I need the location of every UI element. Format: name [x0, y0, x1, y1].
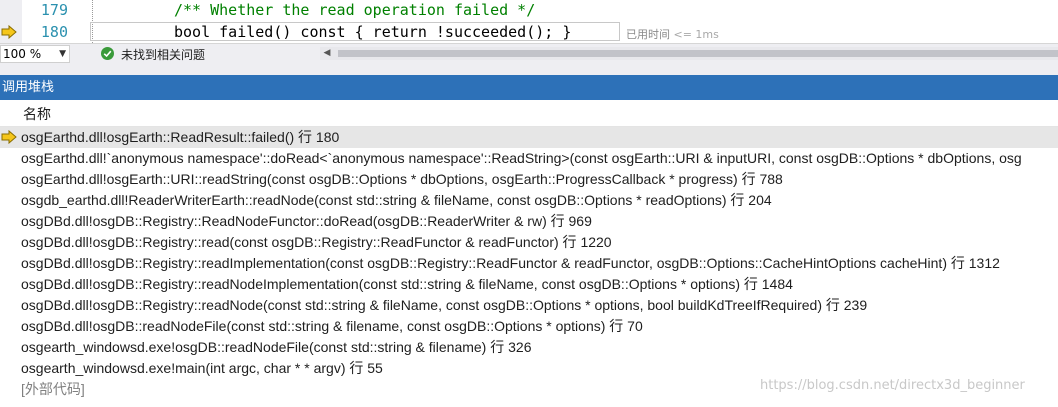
issues-status[interactable]: 未找到相关问题 [121, 46, 205, 63]
current-frame-arrow-icon [1, 130, 17, 144]
stack-frame[interactable]: osgearth_windowsd.exe!osgDB::readNodeFil… [0, 337, 1058, 358]
frame-text: osgDBd.dll!osgDB::Registry::read(const o… [21, 234, 612, 250]
editor-status-strip: 100 % ▼ 未找到相关问题 ◀ [0, 43, 1058, 64]
frame-text: osgEarthd.dll!osgEarth::ReadResult::fail… [21, 129, 340, 145]
panel-splitter[interactable] [0, 64, 1058, 75]
chevron-down-icon: ▼ [59, 49, 66, 59]
frame-text: osgDBd.dll!osgDB::Registry::readNodeImpl… [21, 276, 793, 292]
frame-text: osgDBd.dll!osgDB::Registry::ReadNodeFunc… [21, 213, 592, 229]
line-number: 179 [40, 1, 68, 19]
frame-text: osgEarthd.dll!osgEarth::URI::readString(… [21, 171, 783, 187]
zoom-dropdown[interactable]: 100 % ▼ [0, 45, 70, 63]
horizontal-scrollbar[interactable]: ◀ [320, 47, 1058, 60]
call-stack-list[interactable]: osgEarthd.dll!osgEarth::ReadResult::fail… [0, 127, 1058, 407]
frame-text: osgDBd.dll!osgDB::Registry::readImplemen… [21, 255, 1000, 271]
stack-frame[interactable]: osgDBd.dll!osgDB::Registry::read(const o… [0, 232, 1058, 253]
code-text[interactable]: bool failed() const { return !succeeded(… [174, 22, 571, 43]
scroll-left-icon[interactable]: ◀ [320, 47, 334, 60]
stack-frame[interactable]: osgDBd.dll!osgDB::Registry::readNodeImpl… [0, 274, 1058, 295]
column-name-header[interactable]: 名称 [23, 104, 51, 124]
code-editor[interactable]: 179 /** Whether the read operation faile… [0, 0, 1058, 43]
stack-frame[interactable]: osgEarthd.dll!`anonymous namespace'::doR… [0, 148, 1058, 169]
frame-text: [外部代码] [21, 381, 85, 397]
column-header[interactable]: 名称 [0, 100, 1058, 127]
scrollbar-thumb[interactable] [338, 50, 1058, 57]
stack-frame[interactable]: osgDBd.dll!osgDB::Registry::readImplemen… [0, 253, 1058, 274]
frame-text: osgDBd.dll!osgDB::readNodeFile(const std… [21, 318, 643, 334]
stack-frame[interactable]: osgdb_earthd.dll!ReaderWriterEarth::read… [0, 190, 1058, 211]
panel-title: 调用堆栈 [2, 80, 55, 95]
code-line-179[interactable]: 179 /** Whether the read operation faile… [0, 0, 1058, 21]
stack-frame[interactable]: osgDBd.dll!osgDB::readNodeFile(const std… [0, 316, 1058, 337]
line-number: 180 [40, 23, 68, 41]
code-text[interactable]: /** Whether the read operation failed */ [174, 0, 535, 21]
stack-frame[interactable]: osgDBd.dll!osgDB::Registry::ReadNodeFunc… [0, 211, 1058, 232]
frame-text: osgDBd.dll!osgDB::Registry::readNode(con… [21, 297, 868, 313]
code-comment: /** Whether the read operation failed */ [174, 1, 536, 19]
elapsed-label: 已用时间 [626, 28, 670, 41]
frame-text: osgEarthd.dll!`anonymous namespace'::doR… [21, 150, 1022, 166]
call-stack-title-bar[interactable]: 调用堆栈 [0, 75, 1058, 100]
frame-text: osgearth_windowsd.exe!main(int argc, cha… [21, 360, 383, 376]
frame-text: osgearth_windowsd.exe!osgDB::readNodeFil… [21, 339, 532, 355]
stack-frame[interactable]: osgDBd.dll!osgDB::Registry::readNode(con… [0, 295, 1058, 316]
zoom-value: 100 % [3, 47, 42, 61]
stack-frame[interactable]: osgEarthd.dll!osgEarth::URI::readString(… [0, 169, 1058, 190]
stack-frame[interactable]: osgearth_windowsd.exe!main(int argc, cha… [0, 358, 1058, 379]
frame-text: osgdb_earthd.dll!ReaderWriterEarth::read… [21, 192, 772, 208]
watermark: https://blog.csdn.net/directx3d_beginner [760, 378, 1025, 393]
stack-frame-current[interactable]: osgEarthd.dll!osgEarth::ReadResult::fail… [0, 127, 1058, 148]
check-circle-icon [101, 47, 114, 60]
elapsed-value: <= 1ms [673, 28, 719, 41]
code-line-180[interactable]: 180 bool failed() const { return !succee… [0, 22, 1058, 43]
perf-tip[interactable]: 已用时间 <= 1ms [626, 26, 719, 42]
